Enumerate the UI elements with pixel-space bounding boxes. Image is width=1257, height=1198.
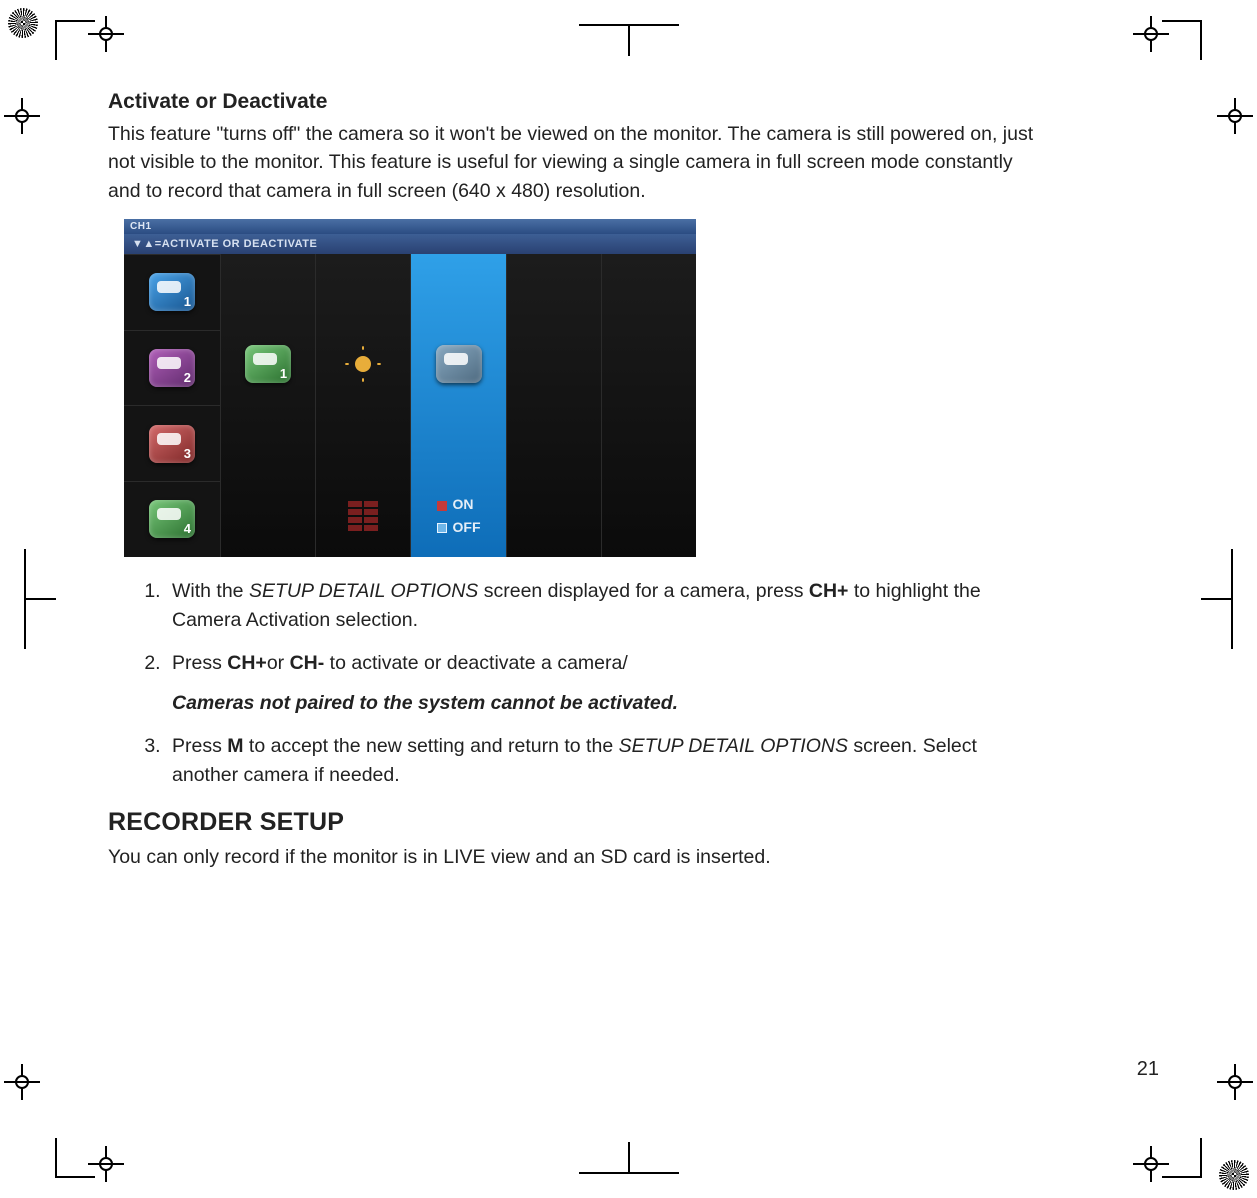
camera-icon-4: 4 (149, 500, 195, 538)
off-indicator-icon (437, 523, 447, 533)
crop-mark (579, 1172, 679, 1174)
crop-mark (1231, 549, 1233, 649)
registration-mark (1139, 22, 1163, 46)
intro-paragraph: This feature "turns off" the camera so i… (108, 120, 1048, 205)
registration-mark (94, 1152, 118, 1176)
page-content: Activate or Deactivate This feature "tur… (108, 90, 1048, 886)
section-heading-recorder: RECORDER SETUP (108, 808, 1048, 837)
registration-mark (1223, 104, 1247, 128)
page-number: 21 (1137, 1058, 1159, 1081)
subheading-activate: Activate or Deactivate (108, 90, 1048, 114)
col-brightness (315, 254, 410, 557)
crop-mark (55, 20, 95, 60)
instruction-list: With the SETUP DETAIL OPTIONS screen dis… (108, 577, 1048, 791)
recorder-intro: You can only record if the monitor is in… (108, 843, 1048, 871)
crop-mark (1162, 1138, 1202, 1178)
camera-select-icon: 1 (245, 345, 291, 383)
registration-mark (1139, 1152, 1163, 1176)
camera-sidebar: 1 2 3 4 (124, 254, 220, 557)
camera-icon-1: 1 (149, 273, 195, 311)
print-radial-tl (8, 8, 38, 38)
brightness-icon (343, 344, 383, 384)
registration-mark (1223, 1070, 1247, 1094)
step-1: With the SETUP DETAIL OPTIONS screen dis… (166, 577, 1048, 636)
crop-mark (579, 24, 679, 26)
activate-icon (436, 345, 482, 383)
device-hint: ▼▲=ACTIVATE OR DEACTIVATE (124, 234, 696, 254)
crop-mark (1162, 20, 1202, 60)
crop-mark (24, 549, 26, 649)
step-3: Press M to accept the new setting and re… (166, 732, 1048, 791)
step-2: Press CH+or CH- to activate or deactivat… (166, 649, 1048, 718)
device-screenshot: CH1 ▼▲=ACTIVATE OR DEACTIVATE 1 2 3 4 1 (124, 219, 1048, 557)
print-radial-br (1219, 1160, 1249, 1190)
registration-mark (10, 1070, 34, 1094)
registration-mark (94, 22, 118, 46)
col-camera: 1 (220, 254, 315, 557)
crop-mark (55, 1138, 95, 1178)
col-empty-1 (506, 254, 601, 557)
camera-icon-3: 3 (149, 425, 195, 463)
on-indicator-icon (437, 501, 447, 511)
resolution-grid-icon (348, 501, 378, 531)
camera-icon-2: 2 (149, 349, 195, 387)
col-empty-2 (601, 254, 696, 557)
step-2-note: Cameras not paired to the system cannot … (172, 689, 1048, 718)
on-off-indicator: ON OFF (437, 493, 481, 538)
col-activate-selected: ON OFF (410, 254, 505, 557)
device-title: CH1 (124, 219, 696, 234)
registration-mark (10, 104, 34, 128)
